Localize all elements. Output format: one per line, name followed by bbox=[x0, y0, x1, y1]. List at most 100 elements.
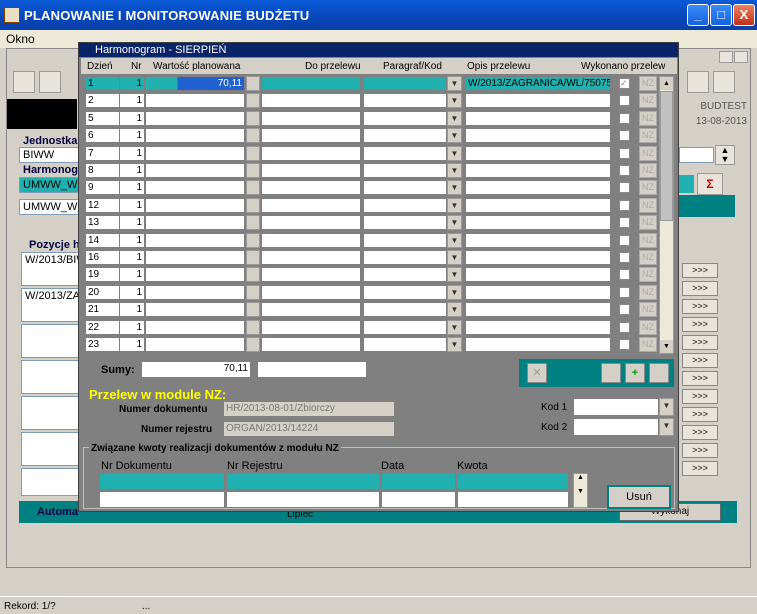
jednostka-field[interactable]: BIWW bbox=[19, 147, 79, 163]
paragraf-dropdown-icon[interactable]: ▼ bbox=[447, 250, 462, 265]
nz-button[interactable]: NZ bbox=[639, 128, 657, 143]
pozycje-field-5[interactable] bbox=[21, 396, 81, 430]
paragraf-dropdown-icon[interactable]: ▼ bbox=[447, 215, 462, 230]
paragraf-dropdown-icon[interactable]: ▼ bbox=[447, 267, 462, 282]
expand-button-5[interactable]: >>> bbox=[682, 335, 718, 350]
cell-opis[interactable] bbox=[465, 128, 611, 143]
cell-do-przelewu[interactable] bbox=[261, 233, 361, 248]
cell-paragraf[interactable] bbox=[363, 93, 447, 108]
cell-nr[interactable]: 1 bbox=[119, 128, 145, 143]
cell-opis[interactable] bbox=[465, 163, 611, 178]
cell-dzien[interactable]: 21 bbox=[85, 302, 123, 317]
paragraf-dropdown-icon[interactable]: ▼ bbox=[447, 320, 462, 335]
cell-opis[interactable] bbox=[465, 285, 611, 300]
cell-wartosc[interactable] bbox=[145, 337, 245, 352]
nz-button[interactable]: NZ bbox=[639, 285, 657, 300]
cell-wartosc[interactable] bbox=[145, 267, 245, 282]
cell-paragraf[interactable] bbox=[363, 128, 447, 143]
cell-paragraf[interactable] bbox=[363, 215, 447, 230]
cell-dzien[interactable]: 16 bbox=[85, 250, 123, 265]
spinner-icon[interactable]: ▲ ▼ bbox=[715, 145, 735, 165]
cell-wartosc[interactable] bbox=[145, 163, 245, 178]
nz-button[interactable]: NZ bbox=[639, 215, 657, 230]
cell-do-przelewu[interactable] bbox=[261, 250, 361, 265]
numer-dokumentu-field[interactable]: HR/2013-08-01/Zbiorczy bbox=[223, 401, 395, 417]
close-button[interactable]: X bbox=[733, 4, 755, 26]
cell-nr[interactable]: 1 bbox=[119, 111, 145, 126]
cell-opis[interactable] bbox=[465, 198, 611, 213]
inner-restore-button[interactable] bbox=[719, 51, 733, 63]
zw-cell[interactable] bbox=[457, 491, 569, 508]
nz-button[interactable]: NZ bbox=[639, 180, 657, 195]
cell-do-przelewu[interactable] bbox=[261, 215, 361, 230]
wykonano-checkbox[interactable] bbox=[619, 339, 630, 350]
wykonano-checkbox[interactable] bbox=[619, 217, 630, 228]
cell-dzien[interactable]: 12 bbox=[85, 198, 123, 213]
refresh-icon[interactable] bbox=[649, 363, 669, 383]
cell-dzien[interactable]: 20 bbox=[85, 285, 123, 300]
cell-opis[interactable] bbox=[465, 267, 611, 282]
cell-dzien[interactable]: 2 bbox=[85, 93, 123, 108]
add-icon[interactable]: + bbox=[625, 363, 645, 383]
cell-wartosc[interactable] bbox=[145, 285, 245, 300]
cell-nr[interactable]: 1 bbox=[119, 93, 145, 108]
cell-wartosc[interactable] bbox=[145, 146, 245, 161]
expand-button-4[interactable]: >>> bbox=[682, 317, 718, 332]
grid-scrollbar[interactable]: ▲ ▼ bbox=[659, 76, 674, 354]
nz-button[interactable]: NZ bbox=[639, 93, 657, 108]
expand-button-2[interactable]: >>> bbox=[682, 281, 718, 296]
wykonano-checkbox[interactable] bbox=[619, 252, 630, 263]
save-icon[interactable] bbox=[601, 363, 621, 383]
lov-icon[interactable] bbox=[246, 180, 260, 195]
cell-paragraf[interactable] bbox=[363, 76, 447, 91]
cell-paragraf[interactable] bbox=[363, 285, 447, 300]
kod1-field[interactable] bbox=[573, 398, 659, 416]
jednostka-field-end[interactable] bbox=[679, 147, 714, 163]
cell-do-przelewu[interactable] bbox=[261, 180, 361, 195]
kod2-dropdown-icon[interactable]: ▼ bbox=[659, 418, 674, 436]
nz-button[interactable]: NZ bbox=[639, 337, 657, 352]
lov-icon[interactable] bbox=[246, 320, 260, 335]
pozycje-field-3[interactable] bbox=[21, 324, 81, 358]
cell-do-przelewu[interactable] bbox=[261, 320, 361, 335]
maximize-button[interactable]: □ bbox=[710, 4, 732, 26]
kod1-dropdown-icon[interactable]: ▼ bbox=[659, 398, 674, 416]
zw-cell[interactable] bbox=[457, 473, 569, 490]
cell-opis[interactable] bbox=[465, 233, 611, 248]
scroll-thumb[interactable] bbox=[660, 91, 673, 221]
save-icon[interactable] bbox=[13, 71, 35, 93]
cell-wartosc[interactable] bbox=[145, 128, 245, 143]
lov-icon[interactable] bbox=[246, 198, 260, 213]
cell-paragraf[interactable] bbox=[363, 320, 447, 335]
cell-nr[interactable]: 1 bbox=[119, 320, 145, 335]
numer-rejestru-field[interactable]: ORGAN/2013/14224 bbox=[223, 421, 395, 437]
usun-button[interactable]: Usuń bbox=[607, 485, 671, 509]
zw-cell[interactable] bbox=[226, 473, 380, 490]
cell-opis[interactable]: W/2013/ZAGRANICA/WL/75075 bbox=[465, 76, 611, 91]
harmonogram-field-2[interactable]: UMWW_WY bbox=[19, 199, 79, 215]
paragraf-dropdown-icon[interactable]: ▼ bbox=[447, 76, 462, 91]
cell-paragraf[interactable] bbox=[363, 180, 447, 195]
cell-paragraf[interactable] bbox=[363, 163, 447, 178]
wykonano-checkbox[interactable] bbox=[619, 130, 630, 141]
pozycje-field-6[interactable] bbox=[21, 432, 81, 466]
expand-button-6[interactable]: >>> bbox=[682, 353, 718, 368]
cell-wartosc[interactable] bbox=[145, 111, 245, 126]
wykonano-checkbox[interactable] bbox=[619, 269, 630, 280]
lov-icon[interactable] bbox=[246, 146, 260, 161]
cell-dzien[interactable]: 19 bbox=[85, 267, 123, 282]
kod2-field[interactable] bbox=[573, 418, 659, 436]
cell-nr[interactable]: 1 bbox=[119, 250, 145, 265]
info-icon[interactable] bbox=[687, 71, 709, 93]
cell-wartosc[interactable] bbox=[145, 320, 245, 335]
expand-button-1[interactable]: >>> bbox=[682, 263, 718, 278]
cell-opis[interactable] bbox=[465, 215, 611, 230]
zw-cell[interactable] bbox=[99, 491, 225, 508]
cell-paragraf[interactable] bbox=[363, 146, 447, 161]
cell-dzien[interactable]: 13 bbox=[85, 215, 123, 230]
nz-button[interactable]: NZ bbox=[639, 250, 657, 265]
expand-button-7[interactable]: >>> bbox=[682, 371, 718, 386]
cell-nr[interactable]: 1 bbox=[119, 285, 145, 300]
cell-wartosc[interactable] bbox=[145, 302, 245, 317]
paragraf-dropdown-icon[interactable]: ▼ bbox=[447, 337, 462, 352]
